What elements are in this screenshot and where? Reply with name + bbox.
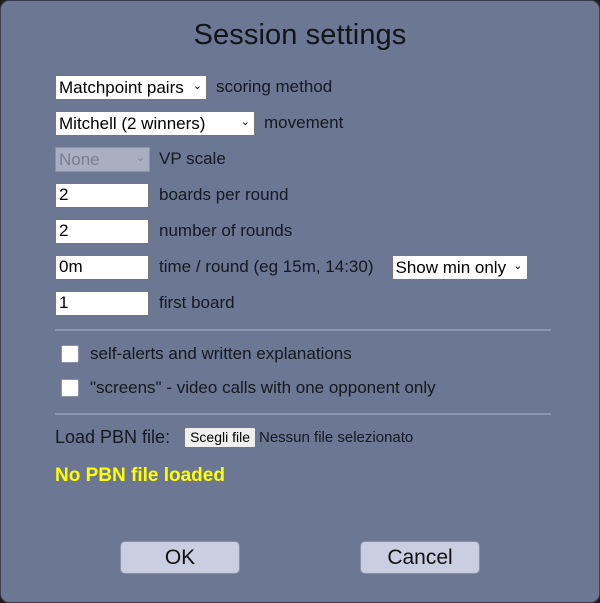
ok-button[interactable]: OK <box>120 541 240 574</box>
pbn-file-row: Load PBN file: Scegli file Nessun file s… <box>55 421 599 453</box>
scoring-method-label: scoring method <box>216 77 333 96</box>
vp-scale-label: VP scale <box>159 149 226 168</box>
boards-per-round-label: boards per round <box>159 185 289 204</box>
self-alerts-row[interactable]: self-alerts and written explanations <box>55 337 599 371</box>
pbn-status-message: No PBN file loaded <box>55 465 225 486</box>
selected-file-status: Nessun file selezionato <box>259 428 414 446</box>
time-per-round-row: time / round (eg 15m, 14:30) Show min on… <box>55 249 599 285</box>
settings-form: Matchpoint pairs ⌄ scoring method Mitche… <box>1 69 599 487</box>
scoring-method-select-wrap: Matchpoint pairs ⌄ <box>55 74 207 100</box>
self-alerts-checkbox[interactable] <box>61 345 79 363</box>
self-alerts-label: self-alerts and written explanations <box>90 344 352 363</box>
vp-scale-select[interactable]: None <box>55 146 150 172</box>
time-per-round-label: time / round (eg 15m, 14:30) <box>159 257 374 276</box>
first-board-row: first board <box>55 285 599 321</box>
boards-per-round-row: boards per round <box>55 177 599 213</box>
number-of-rounds-row: number of rounds <box>55 213 599 249</box>
screens-checkbox[interactable] <box>61 379 79 397</box>
divider-bottom <box>55 413 551 415</box>
number-of-rounds-input[interactable] <box>55 218 149 244</box>
movement-label: movement <box>264 113 344 132</box>
first-board-input[interactable] <box>55 290 149 316</box>
scoring-method-row: Matchpoint pairs ⌄ scoring method <box>55 69 599 105</box>
vp-scale-select-wrap: None ⌄ <box>55 146 150 172</box>
movement-row: Mitchell (2 winners) ⌄ movement <box>55 105 599 141</box>
vp-scale-row: None ⌄ VP scale <box>55 141 599 177</box>
time-display-mode-select[interactable]: Show min only <box>391 254 528 280</box>
boards-per-round-input[interactable] <box>55 182 149 208</box>
screens-row[interactable]: "screens" - video calls with one opponen… <box>55 371 599 405</box>
time-per-round-input[interactable] <box>55 254 149 280</box>
divider-top <box>55 329 551 331</box>
time-display-mode-select-wrap: Show min only ⌄ <box>391 254 528 280</box>
movement-select[interactable]: Mitchell (2 winners) <box>55 110 255 136</box>
cancel-button[interactable]: Cancel <box>360 541 480 574</box>
session-settings-dialog: Session settings Matchpoint pairs ⌄ scor… <box>0 0 600 603</box>
scoring-method-select[interactable]: Matchpoint pairs <box>55 74 207 100</box>
first-board-label: first board <box>159 293 235 312</box>
movement-select-wrap: Mitchell (2 winners) ⌄ <box>55 110 255 136</box>
load-pbn-label: Load PBN file: <box>55 426 171 447</box>
page-title: Session settings <box>193 19 407 51</box>
choose-file-button[interactable]: Scegli file <box>184 426 256 448</box>
number-of-rounds-label: number of rounds <box>159 221 293 240</box>
screens-label: "screens" - video calls with one opponen… <box>90 378 436 397</box>
